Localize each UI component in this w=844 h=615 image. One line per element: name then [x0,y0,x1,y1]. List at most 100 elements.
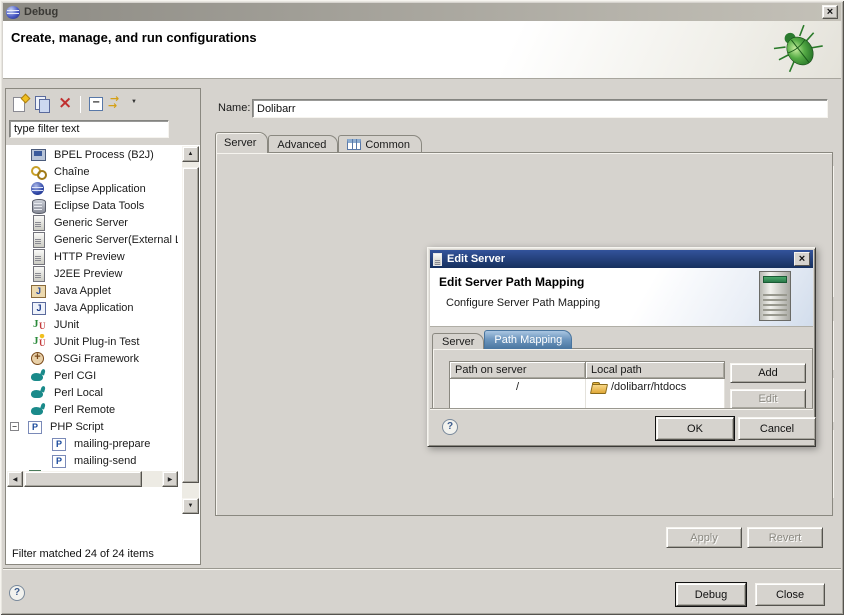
apply-button[interactable]: Apply [666,527,742,548]
tree-item-label: Chaîne [51,165,92,179]
help-icon[interactable]: ? [442,419,458,435]
scroll-right-icon[interactable]: ▶ [162,471,178,487]
tree-item-j2ee-preview[interactable]: J2EE Preview [7,265,178,282]
footer-separator [3,568,841,570]
eclipse-logo-icon [6,6,20,19]
collapse-all-icon[interactable] [85,94,107,114]
column-header-local-path[interactable]: Local path [586,362,725,379]
column-header-path-on-server[interactable]: Path on server [450,362,586,379]
toolbar-menu-dropdown-icon[interactable] [129,94,141,114]
tree-vertical-scrollbar[interactable]: ▲ ▼ [182,146,199,514]
window-close-button[interactable]: × [822,5,838,19]
help-icon[interactable]: ? [9,585,25,601]
scroll-down-icon[interactable]: ▼ [182,498,199,514]
ok-button[interactable]: OK [656,417,734,440]
dialog-tabs: ServerPath Mapping [432,329,572,349]
tree-item-java-applet[interactable]: Java Applet [7,282,178,299]
new-configuration-icon[interactable] [10,94,32,114]
revert-button[interactable]: Revert [747,527,823,548]
tree-item-label: Perl Remote [51,403,118,417]
path-mapping-table: Path on server Local path / /dolibarr/htd… [449,361,725,410]
debug-button[interactable]: Debug [676,583,746,606]
horizontal-scroll-thumb[interactable] [24,471,142,487]
perl-icon [30,402,47,417]
filter-status: Filter matched 24 of 24 items [12,548,154,560]
tree-item-mailing-prepare[interactable]: mailing-prepare [7,435,178,452]
tree-item-generic-server[interactable]: Generic Server [7,214,178,231]
scroll-left-icon[interactable]: ◀ [7,471,23,487]
tree-item-label: OSGi Framework [51,352,142,366]
close-button[interactable]: Close [755,583,825,606]
junit-plugin-icon [30,334,47,349]
tree-item-eclipse-application[interactable]: Eclipse Application [7,180,178,197]
tree-item-label: HTTP Preview [51,250,128,264]
tree-item-osgi-framework[interactable]: OSGi Framework [7,350,178,367]
tree-item-junit[interactable]: JUnit [7,316,178,333]
add-mapping-button[interactable]: Add [730,363,806,383]
local-path-cell: /dolibarr/htdocs [586,379,725,396]
page-title: Create, manage, and run configurations [11,30,257,45]
tree-item-http-preview[interactable]: HTTP Preview [7,248,178,265]
tree-item-eclipse-data-tools[interactable]: Eclipse Data Tools [7,197,178,214]
tree-item-cha-ne[interactable]: Chaîne [7,163,178,180]
config-tab-common[interactable]: Common [338,135,422,153]
server-icon [433,253,442,266]
name-input[interactable] [252,99,828,118]
server-icon [30,249,47,264]
window-titlebar[interactable]: Debug × [3,3,841,21]
tree-item-bpel-process-b2j[interactable]: BPEL Process (B2J) [7,146,178,163]
tree-item-label: Eclipse Data Tools [51,199,147,213]
vertical-scroll-thumb[interactable] [182,167,199,483]
tree-item-java-application[interactable]: Java Application [7,299,178,316]
dialog-titlebar[interactable]: Edit Server × [430,250,813,268]
config-tab-server[interactable]: Server [215,132,268,153]
dialog-tab-server[interactable]: Server [432,333,484,349]
tree-item-perl-local[interactable]: Perl Local [7,384,178,401]
server-icon [30,266,47,281]
collapse-expander-icon[interactable]: − [10,422,19,431]
tree-horizontal-scrollbar[interactable]: ◀ ▶ [7,471,178,487]
tree-item-label: Generic Server [51,216,131,230]
server-tower-icon [759,271,791,321]
tree-item-label: JUnit [51,318,82,332]
chain-icon [30,164,47,179]
tree-item-generic-server-external-la[interactable]: Generic Server(External La [7,231,178,248]
tree-item-label: PHP Script [47,420,107,434]
dialog-tab-path-mapping[interactable]: Path Mapping [484,330,572,349]
filter-input[interactable] [9,120,169,138]
local-path-value: /dolibarr/htdocs [611,381,686,393]
scroll-up-icon[interactable]: ▲ [182,146,199,162]
path-mapping-panel: Path on server Local path / /dolibarr/htd… [432,348,813,410]
delete-configuration-icon[interactable] [54,94,76,114]
tree-item-junit-plug-in-test[interactable]: JUnit Plug-in Test [7,333,178,350]
osgi-icon [30,351,47,366]
duplicate-configuration-icon[interactable] [32,94,54,114]
config-tab-label: Common [365,139,410,151]
dialog-title: Edit Server [447,253,505,265]
header-banner: Create, manage, and run configurations [3,21,841,79]
dialog-close-button[interactable]: × [794,252,810,266]
tree-item-mailing-send[interactable]: mailing-send [7,452,178,469]
tree-item-label: Eclipse Application [51,182,149,196]
perl-icon [30,368,47,383]
configuration-tabs: Server Advanced Common [215,132,422,153]
tree-item-label: Java Application [51,301,137,315]
window-title: Debug [24,6,58,18]
path-on-server-cell: / [450,379,586,396]
config-tab-advanced[interactable]: Advanced [268,135,338,153]
edit-mapping-button[interactable]: Edit [730,389,806,409]
filter-configurations-icon[interactable] [107,94,129,114]
tree-item-label: Perl Local [51,386,106,400]
path-mapping-row[interactable]: / /dolibarr/htdocs [450,379,725,396]
tree-item-php-script[interactable]: − PHP Script [7,418,178,435]
tree-item-perl-remote[interactable]: Perl Remote [7,401,178,418]
configurations-tree: BPEL Process (B2J) Chaîne Eclipse Applicat… [7,146,178,471]
config-tab-label: Server [224,137,256,149]
server-icon [30,232,47,247]
configurations-toolbar [10,93,141,115]
folder-icon [591,381,607,393]
tree-item-label: J2EE Preview [51,267,125,281]
tree-item-perl-cgi[interactable]: Perl CGI [7,367,178,384]
java-applet-icon [30,283,47,298]
cancel-button[interactable]: Cancel [738,417,816,440]
